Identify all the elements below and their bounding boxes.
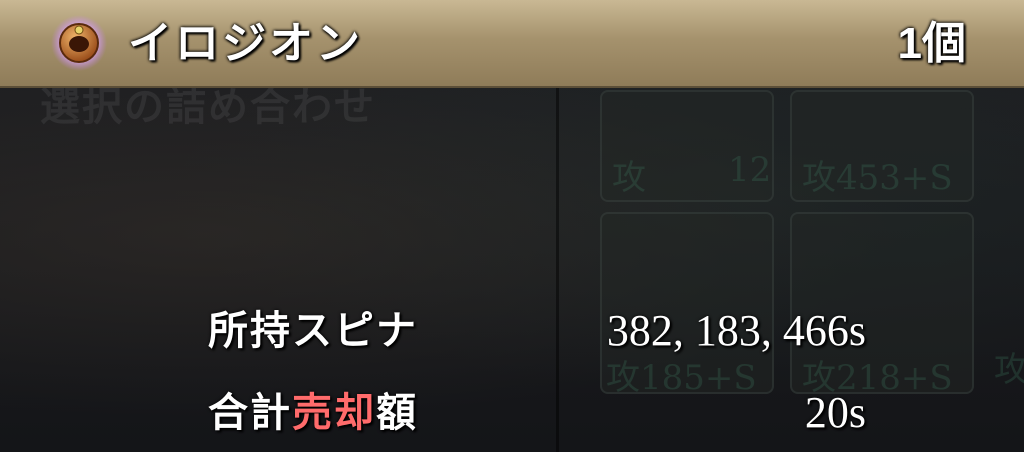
panel-divider: [556, 88, 559, 452]
total-sale-label-accent: 売却: [292, 391, 376, 435]
total-sale-label-suffix: 額: [376, 391, 418, 435]
owned-currency-value: 382, 183, 466s: [606, 306, 866, 355]
total-sale-value: 20s: [804, 388, 866, 437]
owned-currency-label: 所持スピナ: [208, 309, 418, 353]
item-count: 1個: [897, 19, 966, 68]
background-stat: 12: [728, 150, 772, 190]
item-name: イロジオン: [128, 19, 363, 68]
total-sale-label-prefix: 合計: [208, 391, 292, 435]
background-stat: 攻185+S: [606, 358, 757, 398]
background-stat: 攻: [612, 158, 646, 198]
background-stat: 攻453+S: [802, 158, 953, 198]
ring-icon: [51, 15, 107, 71]
total-sale-label: 合計売却額: [208, 388, 418, 438]
background-stat: 攻: [994, 350, 1024, 390]
item-header-bar: イロジオン 1個: [0, 0, 1024, 88]
